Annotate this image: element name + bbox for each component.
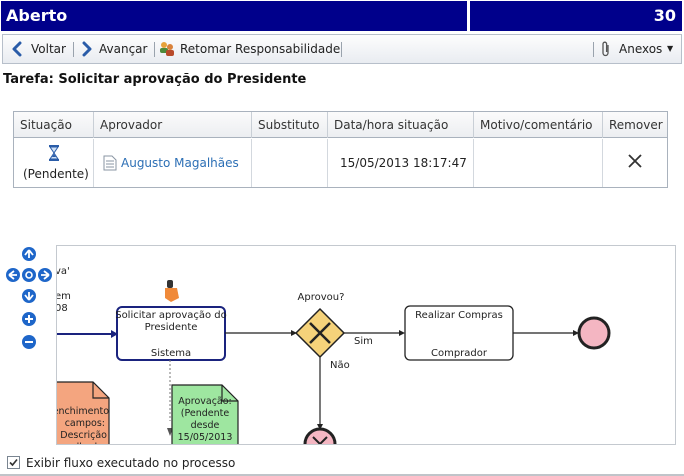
checkmark-icon	[9, 458, 18, 467]
data-object-line: enchimento	[57, 406, 109, 417]
data-object-line: lhada	[77, 442, 103, 445]
column-header[interactable]: Remover	[603, 112, 667, 138]
task-count: 30	[470, 1, 682, 31]
status-text: (Pendente)	[23, 167, 89, 181]
forward-button[interactable]: Avançar	[79, 35, 149, 63]
toolbar: Voltar Avançar Retomar Responsabilidade …	[2, 34, 682, 64]
diagram-nav-controls	[6, 247, 52, 349]
close-icon[interactable]	[628, 154, 642, 168]
datetime-cell: 15/05/2013 18:17:47	[328, 139, 474, 187]
task-realizar-compras[interactable]: Realizar Compras Comprador	[404, 305, 514, 361]
substitute-cell	[252, 139, 328, 187]
chevron-down-icon: ▼	[667, 44, 674, 53]
gateway-aprovou[interactable]	[294, 307, 346, 359]
pan-left-icon[interactable]	[6, 268, 20, 282]
data-object-line: desde	[191, 420, 220, 431]
sequence-flow	[57, 330, 118, 338]
approver-cell: Augusto Magalhães	[94, 139, 252, 187]
data-object-line: Descrição	[60, 430, 107, 441]
end-event[interactable]	[577, 316, 611, 350]
header: Aberto 30	[0, 0, 684, 33]
task-lane: Sistema	[151, 348, 191, 359]
task-title-line: Realizar Compras	[415, 310, 503, 321]
show-flow-checkbox[interactable]	[7, 456, 20, 469]
attachments-label: Anexos	[619, 42, 663, 56]
back-button[interactable]: Voltar	[9, 35, 69, 63]
resume-label: Retomar Responsabilidade	[180, 42, 341, 56]
document-icon	[103, 155, 117, 171]
error-end-event[interactable]	[303, 427, 337, 445]
pan-up-icon[interactable]	[22, 247, 36, 261]
datetime-text: 15/05/2013 18:17:47	[340, 156, 467, 170]
attachments-button[interactable]: Anexos ▼	[599, 35, 679, 63]
partial-label: em	[57, 291, 71, 302]
task-solicitar-aprovacao[interactable]: Solicitar aprovação do Presidente Sistem…	[115, 306, 227, 361]
zoom-in-icon[interactable]	[22, 312, 36, 326]
toolbar-separator	[593, 42, 594, 57]
data-object-line: (Pendente	[181, 408, 230, 419]
comment-cell	[474, 139, 603, 187]
task-title-line: Presidente	[145, 322, 198, 333]
pan-right-icon[interactable]	[38, 268, 52, 282]
orange-data-object[interactable]: enchimento campos: Descrição lhada	[57, 381, 110, 445]
column-header[interactable]: Motivo/comentário	[474, 112, 603, 138]
table-header: Situação Aprovador Substituto Data/hora …	[14, 112, 667, 138]
pan-down-icon[interactable]	[22, 289, 36, 303]
sequence-flow	[513, 330, 579, 336]
sequence-flow	[225, 330, 297, 336]
task-lane: Comprador	[431, 348, 488, 359]
partial-label: 08	[57, 303, 68, 314]
pointer-hand-icon	[165, 280, 179, 302]
back-label: Voltar	[31, 42, 66, 56]
remove-cell	[603, 139, 667, 187]
status-title: Aberto	[1, 1, 467, 31]
arrow-right-icon	[82, 41, 92, 57]
hourglass-icon	[49, 145, 59, 161]
approver-link[interactable]: Augusto Magalhães	[121, 156, 239, 170]
data-object-line: 15/05/2013	[178, 432, 233, 443]
data-object-line: Aprovação:	[178, 396, 232, 407]
column-header[interactable]: Situação	[14, 112, 94, 138]
resume-responsibility-button[interactable]: Retomar Responsabilidade	[159, 35, 341, 63]
toolbar-separator	[341, 42, 342, 57]
data-object-line: campos:	[65, 418, 105, 429]
column-header[interactable]: Aprovador	[94, 112, 252, 138]
column-header[interactable]: Substituto	[252, 112, 328, 138]
status-cell: (Pendente)	[14, 139, 94, 187]
diagram-canvas: va' em 08 Solicitar aprovação do Preside…	[57, 266, 611, 445]
task-title-line: Solicitar aprovação do	[115, 310, 227, 321]
column-header[interactable]: Data/hora situação	[328, 112, 474, 138]
gateway-label: Aprovou?	[298, 292, 345, 303]
forward-label: Avançar	[99, 42, 148, 56]
show-flow-label: Exibir fluxo executado no processo	[26, 456, 236, 470]
process-diagram: va' em 08 Solicitar aprovação do Preside…	[56, 245, 676, 445]
table-row: (Pendente) Augusto Magalhães 15/05/2013 …	[14, 139, 667, 187]
users-icon	[160, 42, 174, 56]
flow-label-yes: Sim	[354, 336, 373, 347]
arrow-left-icon	[12, 41, 22, 57]
partial-label: va'	[57, 266, 70, 277]
paperclip-icon	[602, 41, 609, 57]
green-data-object[interactable]: Aprovação: (Pendente desde 15/05/2013	[167, 360, 239, 445]
task-title: Tarefa: Solicitar aprovação do President…	[3, 72, 307, 87]
flow-label-no: Não	[330, 360, 350, 371]
approvals-table: Situação Aprovador Substituto Data/hora …	[13, 111, 668, 188]
center-icon[interactable]	[22, 268, 36, 282]
toolbar-separator	[154, 42, 155, 57]
zoom-out-icon[interactable]	[22, 335, 36, 349]
toolbar-separator	[73, 42, 74, 57]
sequence-flow	[317, 357, 323, 430]
